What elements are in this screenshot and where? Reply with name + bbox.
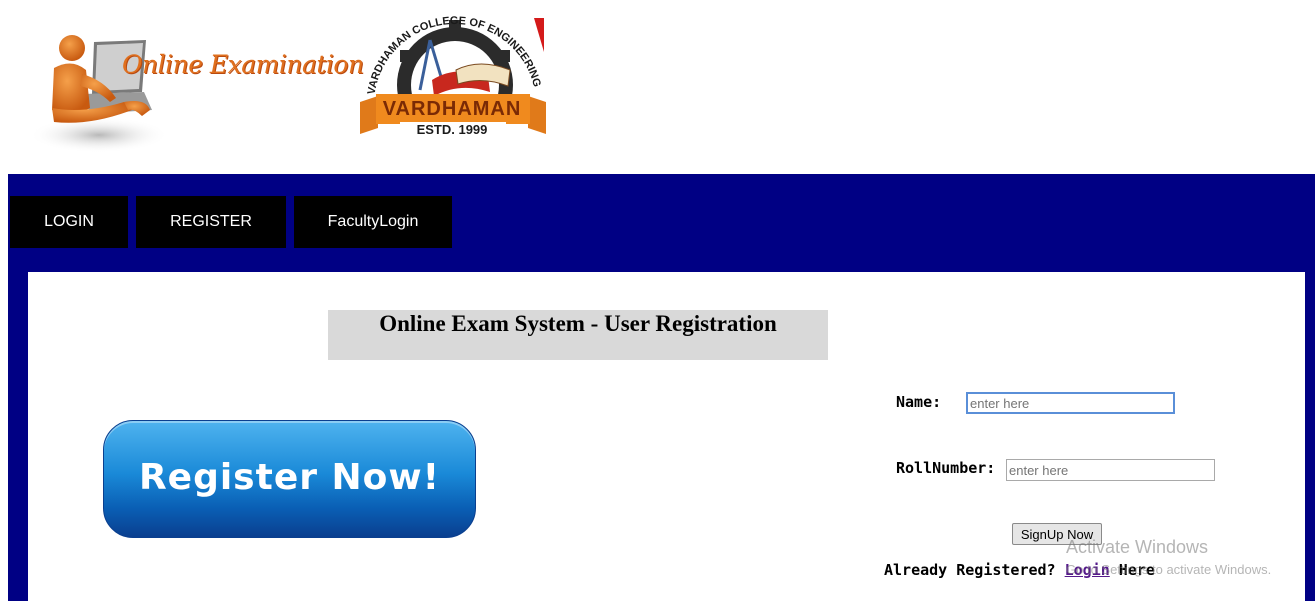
- logo-title: Online Examination: [122, 50, 364, 79]
- college-logo: VARDHAMAN COLLEGE OF ENGINEERING VARDHAM…: [360, 10, 546, 140]
- page: Online Examination VARDHAMAN COLLEGE OF …: [0, 0, 1315, 601]
- register-now-button[interactable]: Register Now!: [103, 420, 476, 538]
- nav-login[interactable]: LOGIN: [10, 196, 128, 248]
- nav-register[interactable]: REGISTER: [136, 196, 286, 248]
- online-examination-logo: Online Examination: [24, 10, 364, 155]
- name-label: Name:: [896, 393, 942, 411]
- already-prefix: Already Registered?: [884, 561, 1065, 579]
- activate-windows-subtext: Go to Settings to activate Windows.: [1066, 562, 1272, 577]
- page-title: Online Exam System - User Registration: [328, 310, 828, 360]
- college-name-band: VARDHAMAN: [382, 98, 522, 120]
- person-laptop-icon: [29, 35, 169, 153]
- roll-number-input[interactable]: [1006, 459, 1215, 481]
- college-established: ESTD. 1999: [416, 122, 488, 137]
- nav-faculty-login[interactable]: FacultyLogin: [294, 196, 452, 248]
- activate-windows-watermark: Activate Windows: [1066, 537, 1209, 557]
- roll-number-label: RollNumber:: [896, 459, 996, 477]
- name-input[interactable]: [966, 392, 1175, 414]
